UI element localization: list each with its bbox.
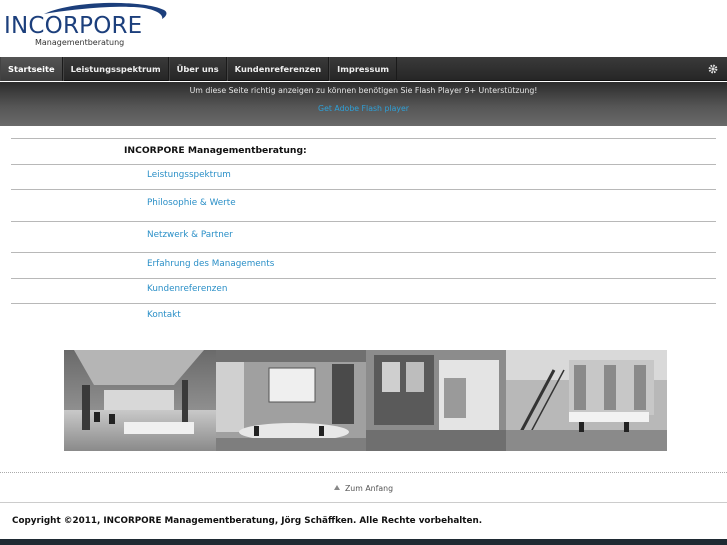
- link-erfahrung-management[interactable]: Erfahrung des Managements: [147, 259, 274, 269]
- divider: [11, 138, 716, 139]
- link-netzwerk-partner[interactable]: Netzwerk & Partner: [147, 230, 233, 240]
- nav-item-startseite[interactable]: Startseite: [0, 57, 63, 81]
- page-heading: INCORPORE Managementberatung:: [124, 145, 307, 156]
- flash-message: Um diese Seite richtig anzeigen zu könne…: [189, 86, 538, 95]
- divider: [11, 221, 716, 222]
- footer: Copyright ©2011, INCORPORE Managementber…: [0, 502, 727, 539]
- nav-item-leistungsspektrum[interactable]: Leistungsspektrum: [62, 57, 169, 81]
- divider: [11, 189, 716, 190]
- copyright-text: Copyright ©2011, INCORPORE Managementber…: [12, 516, 483, 526]
- office-photo: [64, 350, 667, 451]
- back-to-top-bar: Zum Anfang: [0, 472, 727, 502]
- divider: [11, 303, 716, 304]
- header: INCORPORE Managementberatung: [0, 0, 727, 57]
- divider: [11, 278, 716, 279]
- logo-name: INCORPORE: [4, 13, 143, 39]
- bottom-strip: [0, 539, 727, 545]
- link-kontakt[interactable]: Kontakt: [147, 310, 181, 320]
- link-leistungsspektrum[interactable]: Leistungsspektrum: [147, 170, 231, 180]
- logo-tagline: Managementberatung: [35, 38, 125, 47]
- back-to-top-link[interactable]: Zum Anfang: [0, 484, 727, 493]
- gear-icon[interactable]: [708, 64, 718, 74]
- nav-item-kundenreferenzen[interactable]: Kundenreferenzen: [226, 57, 330, 81]
- logo[interactable]: INCORPORE Managementberatung: [4, 2, 174, 52]
- back-to-top-label: Zum Anfang: [344, 484, 394, 493]
- arrow-up-icon: [333, 485, 340, 490]
- office-photo-graphic: [64, 350, 667, 451]
- link-kundenreferenzen[interactable]: Kundenreferenzen: [147, 284, 227, 294]
- main-content: INCORPORE Managementberatung: Leistungss…: [0, 126, 727, 472]
- nav-item-ueber-uns[interactable]: Über uns: [168, 57, 227, 81]
- divider: [11, 164, 716, 165]
- divider: [11, 252, 716, 253]
- flash-notice: Um diese Seite richtig anzeigen zu könne…: [0, 82, 727, 126]
- link-philosophie-werte[interactable]: Philosophie & Werte: [147, 198, 236, 208]
- nav-item-impressum[interactable]: Impressum: [329, 57, 397, 81]
- nav-list: Startseite Leistungsspektrum Über uns Ku…: [0, 57, 727, 81]
- get-flash-link[interactable]: Get Adobe Flash player: [0, 104, 727, 113]
- main-navigation: Startseite Leistungsspektrum Über uns Ku…: [0, 57, 727, 81]
